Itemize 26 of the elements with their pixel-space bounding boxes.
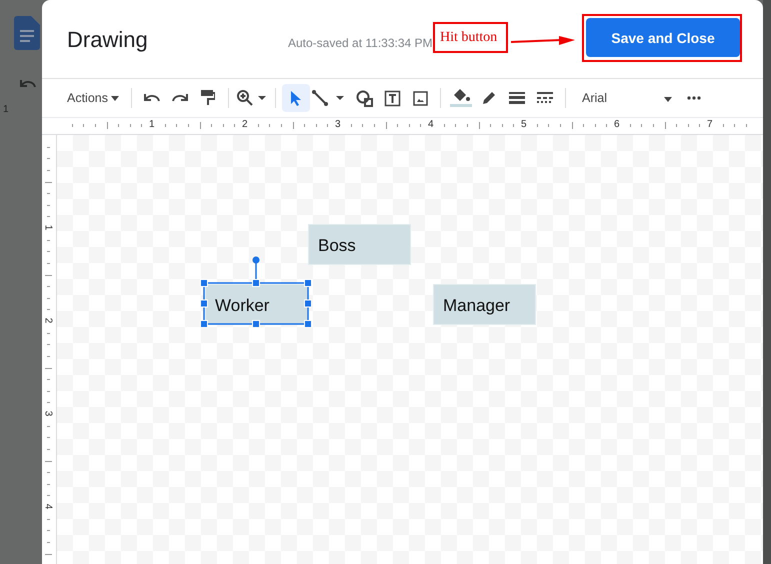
font-dropdown[interactable]: Arial xyxy=(572,84,672,112)
annotation-label: Hit button xyxy=(433,22,508,53)
cursor-icon[interactable] xyxy=(282,84,310,112)
autosave-status: Auto-saved at 11:33:34 PM xyxy=(288,36,433,50)
dialog-title: Drawing xyxy=(67,27,148,53)
annotation-arrow xyxy=(511,36,575,46)
ruler-number: 6 xyxy=(614,119,620,130)
ruler-number: 7 xyxy=(707,119,713,130)
ruler-number: 3 xyxy=(42,410,54,416)
ruler-number: 3 xyxy=(335,119,341,130)
save-and-close-button[interactable]: Save and Close xyxy=(586,18,740,57)
ruler-number: 1 xyxy=(42,224,54,230)
ruler-number: 4 xyxy=(428,119,434,130)
actions-menu[interactable]: Actions xyxy=(62,84,123,112)
ruler-number: 5 xyxy=(521,119,527,130)
text-shape[interactable]: Manager xyxy=(433,284,536,325)
text-shape[interactable]: Worker xyxy=(205,284,308,325)
selection-handles-drawing[interactable] xyxy=(200,256,312,328)
ruler-number: 1 xyxy=(149,119,155,130)
ruler-number: 2 xyxy=(242,119,248,130)
ruler-number: 2 xyxy=(42,318,54,324)
text-shape[interactable]: Boss xyxy=(308,224,411,265)
document-icon xyxy=(14,16,40,50)
undo-icon xyxy=(20,79,36,89)
ruler-number: 4 xyxy=(42,504,54,510)
ruler-number: 1 xyxy=(3,104,9,115)
